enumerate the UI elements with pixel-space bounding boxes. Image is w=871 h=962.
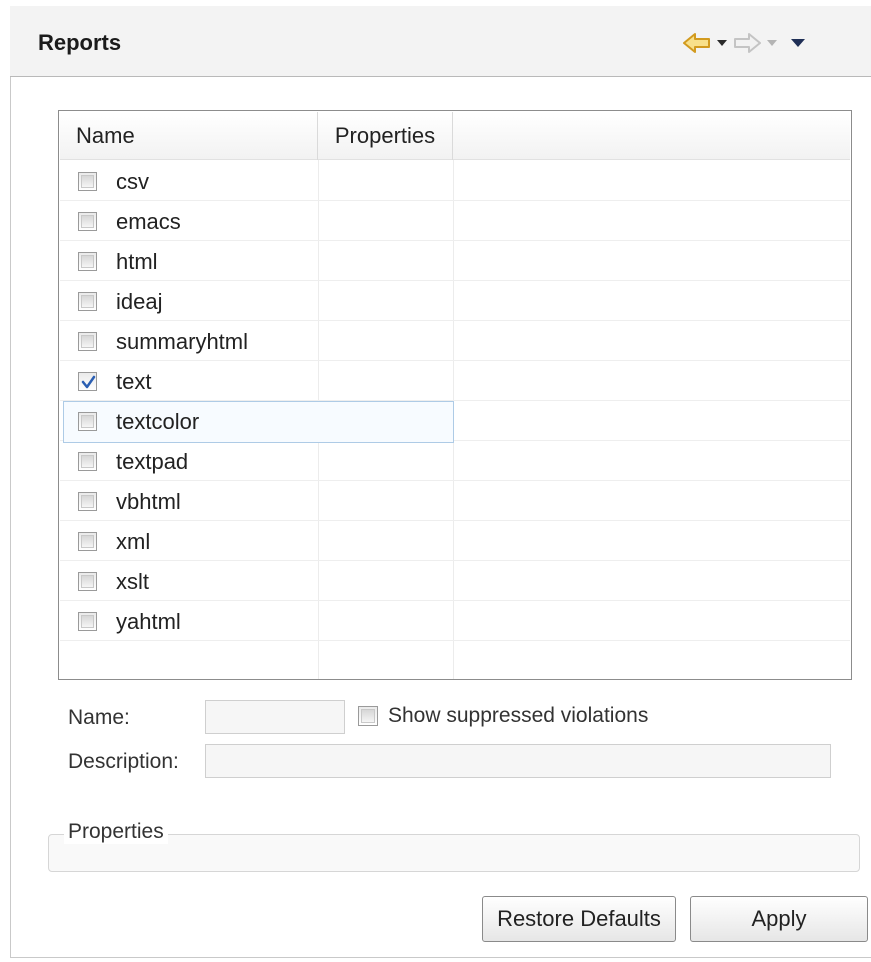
forward-history-dropdown-chevron-down-icon xyxy=(762,28,782,58)
preferences-page: Reports Name Properties csv emacs html i… xyxy=(0,0,871,962)
table-row[interactable]: emacs xyxy=(60,201,850,241)
table-row[interactable]: textcolor xyxy=(60,401,850,443)
description-field[interactable] xyxy=(205,744,831,778)
properties-group-label: Properties xyxy=(64,820,168,844)
report-name: summaryhtml xyxy=(116,329,249,354)
properties-group xyxy=(48,834,860,872)
name-field[interactable] xyxy=(205,700,345,734)
column-header-filler xyxy=(453,112,850,160)
report-name: xslt xyxy=(116,569,149,594)
report-name: xml xyxy=(116,529,151,554)
checkbox[interactable] xyxy=(78,252,97,271)
view-menu-icon[interactable] xyxy=(788,28,808,58)
back-arrow-icon[interactable] xyxy=(682,28,712,58)
table-row[interactable]: vbhtml xyxy=(60,481,850,521)
apply-button[interactable]: Apply xyxy=(690,896,868,942)
checkbox[interactable] xyxy=(78,292,97,311)
restore-defaults-button[interactable]: Restore Defaults xyxy=(482,896,676,942)
report-name: vbhtml xyxy=(116,489,181,514)
report-name: yahtml xyxy=(116,609,181,634)
table-row[interactable]: csv xyxy=(60,161,850,201)
table-row[interactable]: textpad xyxy=(60,441,850,481)
table-row[interactable]: text xyxy=(60,361,850,401)
name-label: Name: xyxy=(68,706,130,729)
navigation-toolbar xyxy=(682,28,808,58)
checkbox[interactable] xyxy=(78,492,97,511)
checkbox[interactable] xyxy=(78,452,97,471)
table-row[interactable]: yahtml xyxy=(60,601,850,641)
reports-table: Name Properties csv emacs html ideaj summary… xyxy=(58,110,852,680)
report-name: textcolor xyxy=(116,409,200,434)
page-header: Reports xyxy=(10,6,871,77)
report-name: emacs xyxy=(116,209,181,234)
table-row[interactable]: xslt xyxy=(60,561,850,601)
checkbox[interactable] xyxy=(78,332,97,351)
page-title: Reports xyxy=(38,30,122,55)
checkbox[interactable] xyxy=(78,572,97,591)
show-suppressed-label: Show suppressed violations xyxy=(388,704,649,727)
checkbox[interactable] xyxy=(78,172,97,191)
forward-arrow-icon xyxy=(732,28,762,58)
report-name: textpad xyxy=(116,449,189,474)
show-suppressed-checkbox[interactable] xyxy=(358,706,378,726)
checkbox[interactable] xyxy=(78,612,97,631)
checked-checkbox[interactable] xyxy=(78,372,97,391)
report-name: text xyxy=(116,369,152,394)
column-header-properties[interactable]: Properties xyxy=(318,112,453,160)
table-row[interactable]: html xyxy=(60,241,850,281)
checkmark-icon xyxy=(81,375,96,389)
checkbox[interactable] xyxy=(78,412,97,431)
report-name: csv xyxy=(116,169,149,194)
description-label: Description: xyxy=(68,750,179,773)
report-name: ideaj xyxy=(116,289,163,314)
report-name: html xyxy=(116,249,158,274)
table-row[interactable]: xml xyxy=(60,521,850,561)
checkbox[interactable] xyxy=(78,532,97,551)
table-row[interactable]: ideaj xyxy=(60,281,850,321)
table-row[interactable]: summaryhtml xyxy=(60,321,850,361)
column-header-name[interactable]: Name xyxy=(60,112,318,160)
table-header: Name Properties xyxy=(60,112,850,160)
back-history-dropdown-chevron-down-icon[interactable] xyxy=(712,28,732,58)
table-body: csv emacs html ideaj summaryhtml text textcolo… xyxy=(60,161,850,641)
checkbox[interactable] xyxy=(78,212,97,231)
